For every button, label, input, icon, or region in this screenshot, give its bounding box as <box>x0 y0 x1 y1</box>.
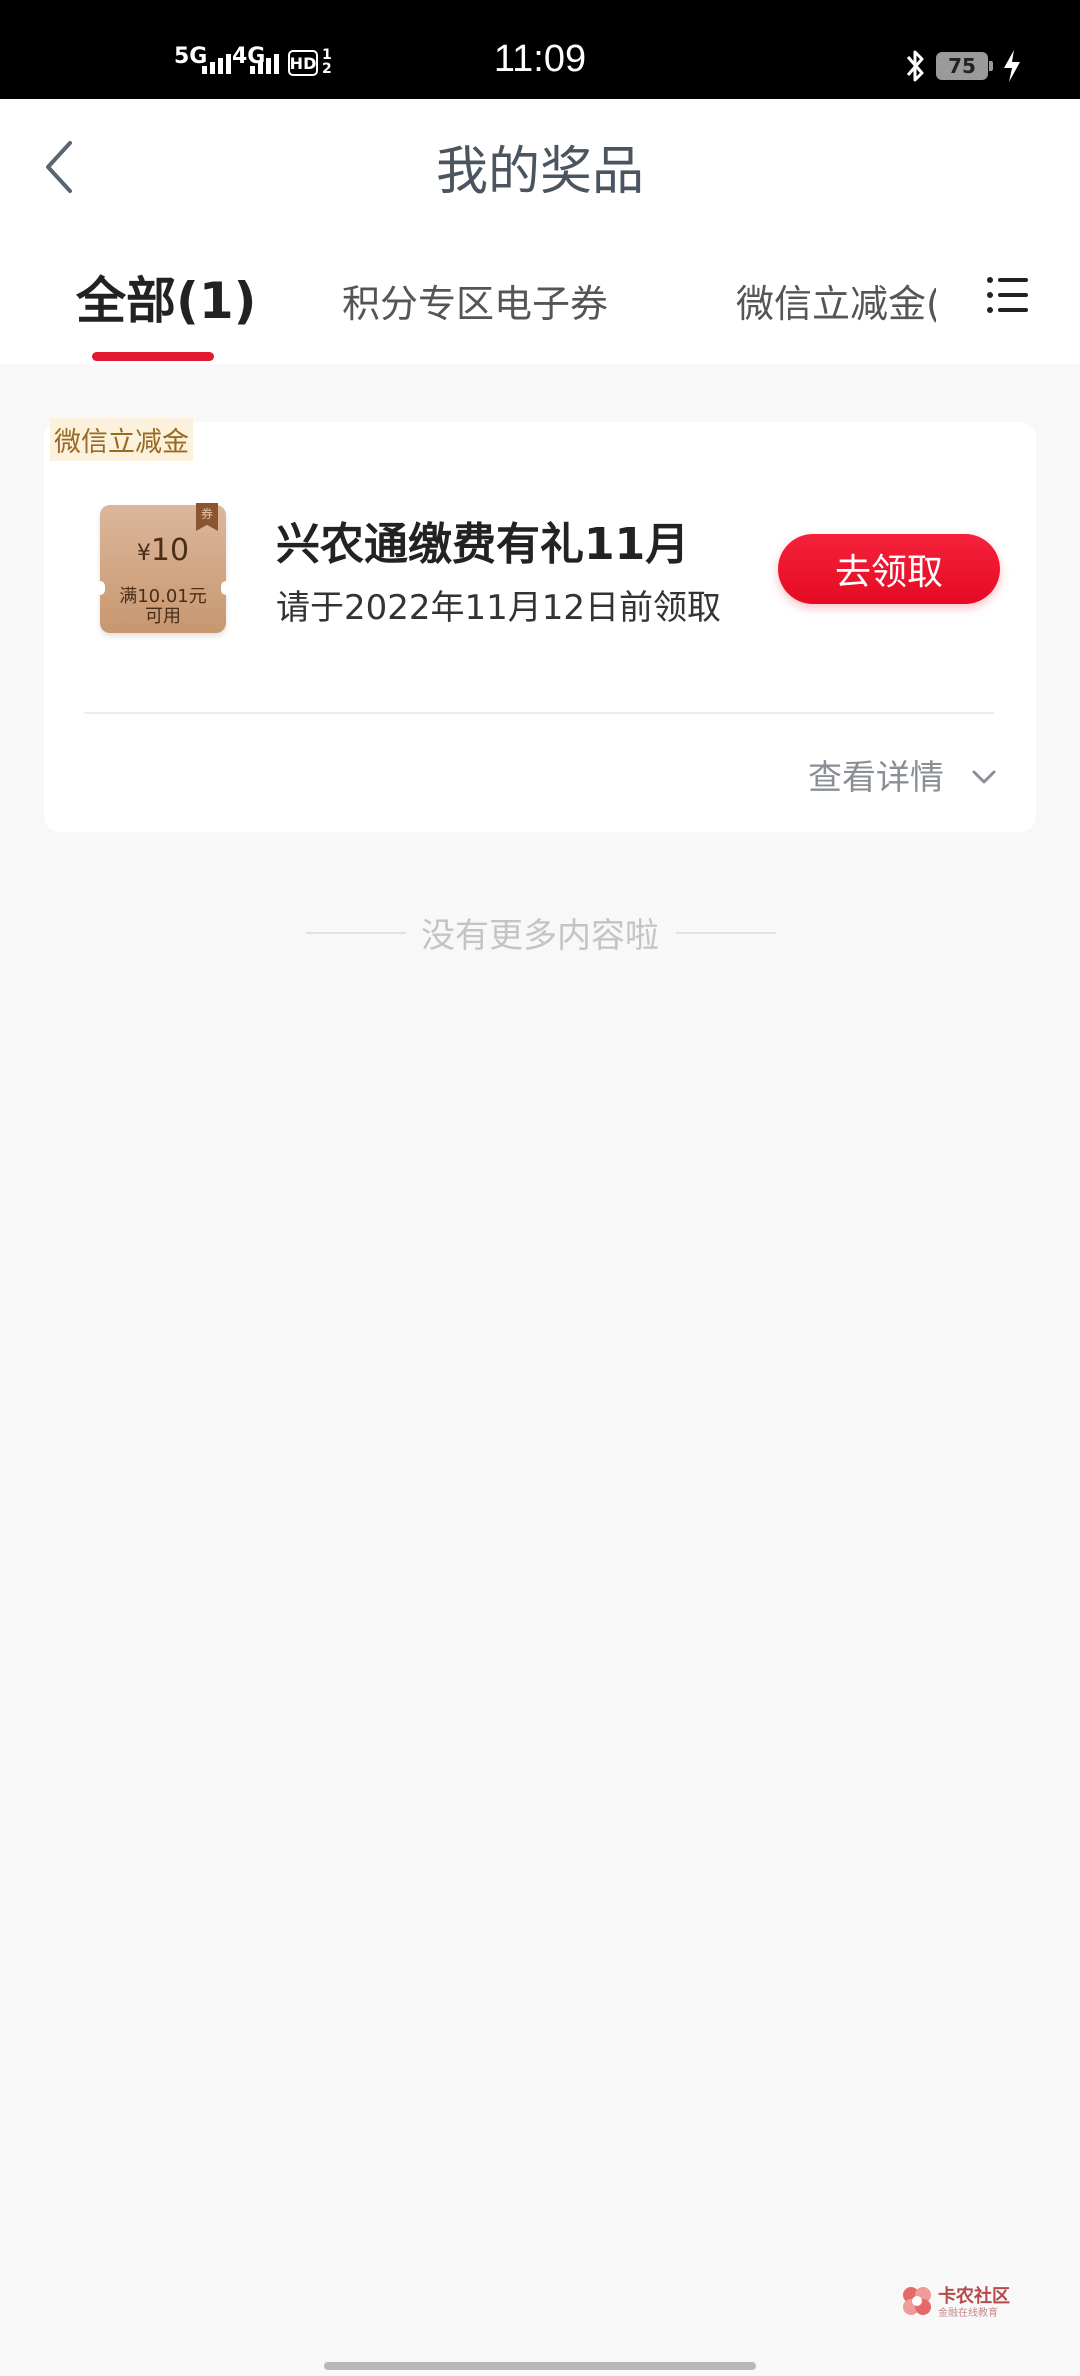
prize-name: 兴农通缴费有礼11月 <box>276 519 690 570</box>
coupon-ribbon-icon: 券 <box>196 503 218 531</box>
status-bar: 5G 4G HD 12 11:09 75 <box>0 0 1080 99</box>
bluetooth-icon <box>906 50 924 82</box>
active-tab-indicator <box>92 352 214 361</box>
coupon-amount: ¥10 <box>100 533 226 568</box>
page-title: 我的奖品 <box>435 142 644 202</box>
claim-button[interactable]: 去领取 <box>778 534 1000 604</box>
page: 5G 4G HD 12 11:09 75 我的奖品 全部(1) 积分专区电子券 … <box>0 0 1080 2376</box>
card-divider <box>84 712 994 714</box>
prize-deadline: 请于2022年11月12日前领取 <box>276 588 722 628</box>
coupon-condition-line1: 满10.01元 <box>119 586 207 607</box>
header: 我的奖品 全部(1) 积分专区电子券 微信立减金( <box>0 99 1080 364</box>
tab-wechat-discount[interactable]: 微信立减金( <box>736 273 936 328</box>
charging-icon <box>1004 50 1020 82</box>
coupon-thumbnail: 券 ¥10 满10.01元 可用 <box>95 503 231 633</box>
watermark-subtitle: 金融在线教育 <box>938 2308 998 2319</box>
list-end-text: 没有更多内容啦 <box>421 916 659 956</box>
chevron-down-icon[interactable] <box>970 766 998 788</box>
prize-type-tag: 微信立减金 <box>50 418 193 461</box>
watermark: 卡农社区 金融在线教育 <box>900 2282 1030 2322</box>
battery-icon: 75 <box>936 52 993 80</box>
tab-points-coupons[interactable]: 积分专区电子券 <box>342 273 608 328</box>
view-details-link[interactable]: 查看详情 <box>808 750 944 799</box>
coupon-currency: ¥ <box>136 541 151 566</box>
coupon-condition: 满10.01元 可用 <box>100 587 226 627</box>
coupon-value: 10 <box>150 533 190 568</box>
list-menu-icon[interactable] <box>986 275 1030 315</box>
coupon-condition-line2: 可用 <box>145 606 181 627</box>
home-indicator[interactable] <box>324 2362 756 2370</box>
watermark-logo-icon <box>903 2287 931 2315</box>
end-divider-right <box>676 932 776 934</box>
tab-all[interactable]: 全部(1) <box>76 261 257 333</box>
